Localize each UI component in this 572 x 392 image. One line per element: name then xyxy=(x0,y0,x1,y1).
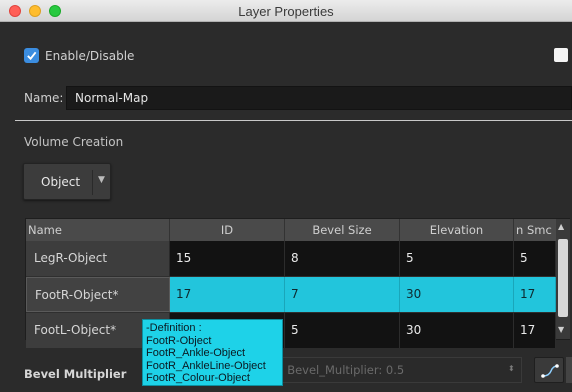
tooltip-line: FootR_Colour-Object xyxy=(146,372,250,384)
definition-tooltip: -Definition : FootR-Object FootR_Ankle-O… xyxy=(142,319,283,386)
row-bevel-cell[interactable]: 7 xyxy=(285,277,400,312)
enable-label: Enable/Disable xyxy=(45,48,135,63)
name-input[interactable]: Normal-Map xyxy=(66,86,572,110)
curve-editor-button[interactable] xyxy=(534,357,564,383)
name-label: Name: xyxy=(24,91,64,105)
column-header-id[interactable]: ID xyxy=(170,219,285,241)
tooltip-line: FootR_AnkleLine-Object xyxy=(146,359,266,372)
enable-checkbox[interactable] xyxy=(24,48,39,63)
enable-toggle[interactable]: Enable/Disable xyxy=(24,48,134,63)
row-smooth-cell[interactable]: 17 xyxy=(514,313,556,348)
table-row[interactable]: LegR-Object 15 8 5 5 xyxy=(26,241,556,276)
panel-edge xyxy=(566,357,572,383)
tooltip-line: -Definition : xyxy=(146,322,202,334)
scrollbar-thumb[interactable] xyxy=(558,239,568,317)
title-bar: Layer Properties xyxy=(0,0,572,22)
bevel-multiplier-label: Bevel Multiplier xyxy=(24,367,127,381)
tooltip-line: FootR-Object xyxy=(146,334,212,347)
object-table: Name ID Bevel Size Elevation n Smc LegR-… xyxy=(25,218,570,348)
column-header-smooth[interactable]: n Smc xyxy=(514,219,556,241)
dropdown-separator xyxy=(92,170,93,195)
chevron-down-icon: ▼ xyxy=(98,175,105,185)
column-header-name[interactable]: Name xyxy=(26,219,170,241)
volume-creation-label: Volume Creation xyxy=(24,135,124,149)
row-name-cell[interactable]: LegR-Object xyxy=(26,241,170,276)
stepper-icon[interactable]: ⬍ xyxy=(508,364,515,373)
window-title: Layer Properties xyxy=(238,4,334,19)
checkmark-icon xyxy=(27,51,37,61)
row-id-cell[interactable]: 17 xyxy=(170,277,285,312)
table-row-selected[interactable]: FootR-Object* 17 7 30 17 xyxy=(26,277,556,312)
tooltip-line: FootR_Ankle-Object xyxy=(146,347,246,359)
column-header-elevation[interactable]: Elevation xyxy=(400,219,514,241)
row-elevation-cell[interactable]: 5 xyxy=(400,241,514,276)
row-smooth-cell[interactable]: 5 xyxy=(514,241,556,276)
row-smooth-cell[interactable]: 17 xyxy=(514,277,556,312)
divider xyxy=(15,120,572,121)
column-header-bevel-size[interactable]: Bevel Size xyxy=(285,219,400,241)
row-name-cell[interactable]: FootR-Object* xyxy=(26,277,170,312)
row-elevation-cell[interactable]: 30 xyxy=(400,313,514,348)
curve-icon xyxy=(541,364,559,378)
object-dropdown-label: Object xyxy=(41,175,81,189)
table-scrollbar[interactable]: ▲ ▼ xyxy=(556,219,570,339)
row-id-cell[interactable]: 15 xyxy=(170,241,285,276)
object-dropdown[interactable]: Object ▼ xyxy=(23,163,111,200)
row-elevation-cell[interactable]: 30 xyxy=(400,277,514,312)
option-checkbox[interactable] xyxy=(554,48,568,62)
scroll-up-icon[interactable]: ▲ xyxy=(558,222,564,231)
table-header: Name ID Bevel Size Elevation n Smc xyxy=(26,219,556,241)
row-bevel-cell[interactable]: 8 xyxy=(285,241,400,276)
row-bevel-cell[interactable]: 5 xyxy=(285,313,400,348)
table-row[interactable]: FootL-Object* 5 30 17 xyxy=(26,313,556,348)
scroll-down-icon[interactable]: ▼ xyxy=(558,325,564,334)
